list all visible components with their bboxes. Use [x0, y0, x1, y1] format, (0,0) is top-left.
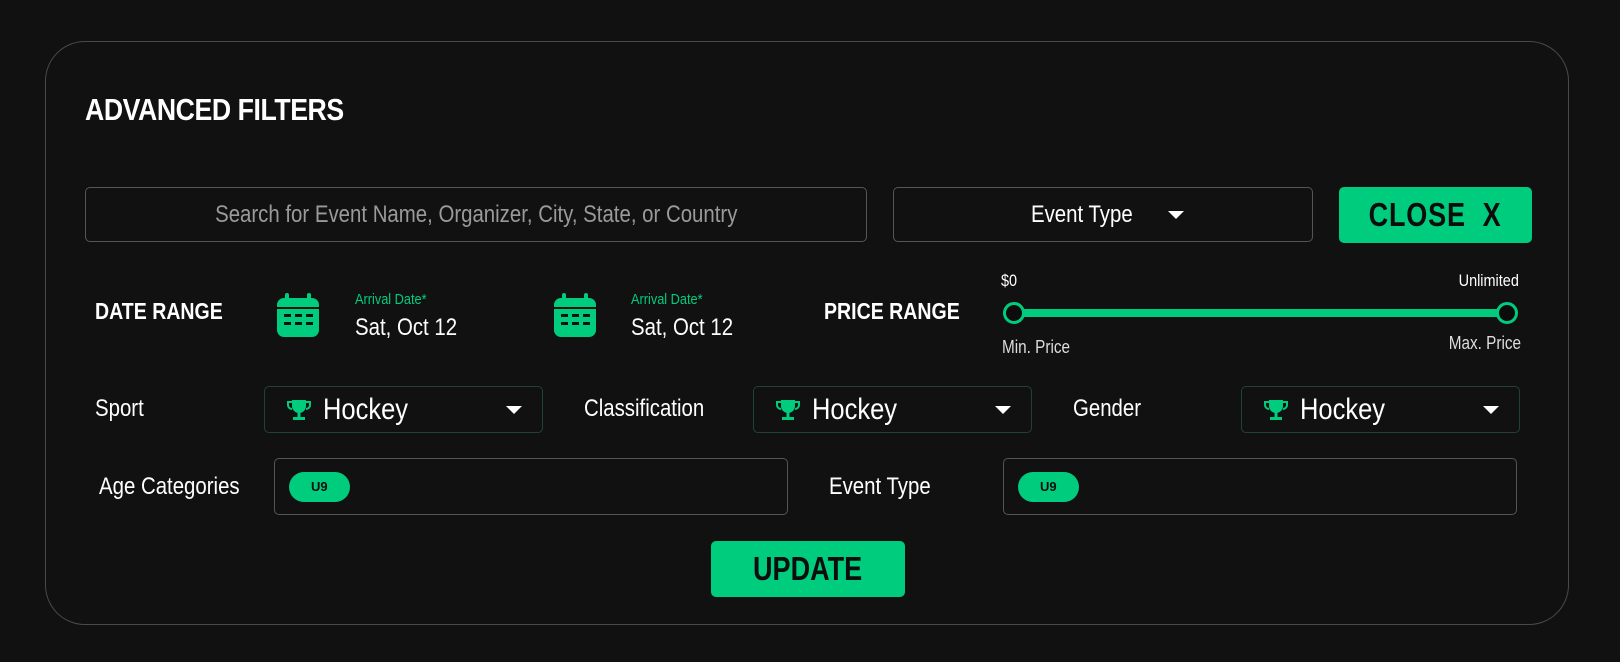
price-max-value: Unlimited: [1458, 271, 1519, 290]
advanced-filters-panel: [45, 41, 1569, 625]
update-button-label: UPDATE: [753, 550, 863, 587]
classification-value: Hockey: [812, 392, 898, 426]
price-min-label: Min. Price: [1002, 337, 1071, 357]
gender-value: Hockey: [1300, 392, 1386, 426]
trophy-icon: [1264, 399, 1288, 420]
calendar-icon[interactable]: [552, 292, 598, 338]
close-button[interactable]: CLOSE X: [1339, 187, 1532, 243]
event-type-tags-label: Event Type: [829, 473, 931, 500]
classification-label: Classification: [584, 395, 705, 422]
calendar-icon[interactable]: [275, 292, 321, 338]
sport-value: Hockey: [323, 392, 409, 426]
date-range-label: DATE RANGE: [95, 298, 223, 324]
age-category-tag[interactable]: U9: [289, 471, 350, 502]
search-input[interactable]: Search for Event Name, Organizer, City, …: [85, 187, 867, 242]
trophy-icon: [287, 399, 311, 420]
chevron-down-icon: [506, 405, 522, 414]
age-categories-input[interactable]: U9: [274, 458, 788, 515]
gender-label: Gender: [1073, 395, 1142, 422]
price-range-track[interactable]: [1014, 309, 1507, 317]
close-button-label: CLOSE X: [1369, 196, 1502, 233]
chevron-down-icon: [1483, 405, 1499, 414]
gender-dropdown[interactable]: Hockey: [1241, 386, 1520, 433]
page-title: ADVANCED FILTERS: [85, 92, 344, 127]
start-date-caption: Arrival Date*: [355, 291, 427, 308]
update-button[interactable]: UPDATE: [711, 541, 905, 597]
end-date-caption: Arrival Date*: [631, 291, 703, 308]
price-max-handle[interactable]: [1496, 302, 1518, 324]
price-range-label: PRICE RANGE: [824, 298, 960, 324]
event-type-tags-input[interactable]: U9: [1003, 458, 1517, 515]
chevron-down-icon: [1167, 210, 1184, 219]
event-type-dropdown-label: Event Type: [1031, 200, 1133, 228]
search-placeholder: Search for Event Name, Organizer, City, …: [214, 200, 738, 228]
sport-dropdown[interactable]: Hockey: [264, 386, 543, 433]
price-min-value: $0: [1001, 271, 1018, 290]
event-type-dropdown[interactable]: Event Type: [893, 187, 1313, 242]
age-categories-label: Age Categories: [99, 473, 240, 500]
classification-dropdown[interactable]: Hockey: [753, 386, 1032, 433]
price-max-label: Max. Price: [1448, 333, 1521, 353]
event-type-tag[interactable]: U9: [1018, 471, 1079, 502]
start-date-value[interactable]: Sat, Oct 12: [355, 314, 457, 342]
trophy-icon: [776, 399, 800, 420]
price-min-handle[interactable]: [1003, 302, 1025, 324]
end-date-value[interactable]: Sat, Oct 12: [631, 314, 733, 342]
chevron-down-icon: [995, 405, 1011, 414]
sport-label: Sport: [95, 395, 144, 422]
